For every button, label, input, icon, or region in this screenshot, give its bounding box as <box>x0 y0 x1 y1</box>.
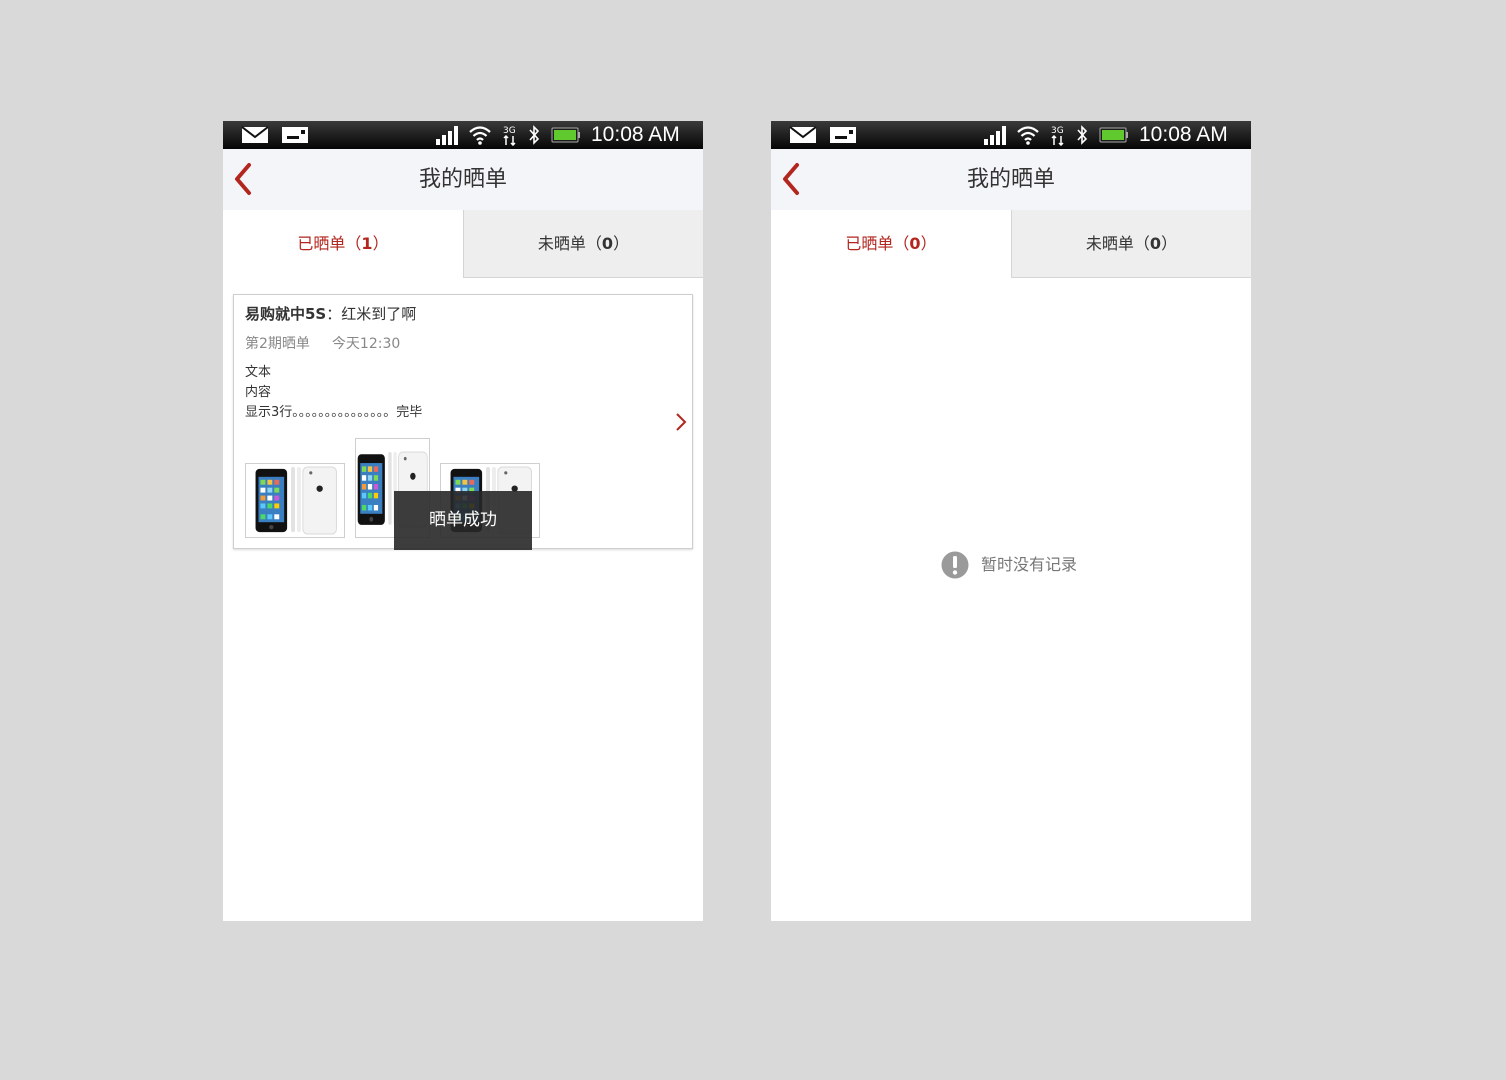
card-title: 易购就中5S：红米到了啊 <box>245 303 416 324</box>
card-period: 第2期晒单 <box>245 336 310 352</box>
tab-not-shown-count: 0 <box>601 234 614 253</box>
tab-shown-count: 1 <box>361 234 373 253</box>
tab-shown[interactable]: 已晒单（0） <box>771 210 1011 278</box>
tab-shown-suffix: ） <box>920 234 937 253</box>
svg-text:3G: 3G <box>1051 126 1064 136</box>
card-text-line: 内容 <box>245 385 272 400</box>
tab-not-shown[interactable]: 未晒单（0） <box>463 210 703 278</box>
sd-card-icon <box>830 127 856 143</box>
phone-screen-right: 3G 10:08 AM 我的晒单 已晒单（0） 未晒单（0） 暂时没有记录 <box>771 121 1251 921</box>
page-title: 我的晒单 <box>966 167 1055 192</box>
card-title-separator: ： <box>326 305 342 323</box>
card-text-line: 文本 <box>245 365 272 380</box>
battery-icon <box>1099 127 1128 143</box>
card-comment: 红米到了啊 <box>341 305 417 323</box>
status-bar: 3G 10:08 AM <box>771 121 1251 149</box>
card-body-text: 文本 内容 显示3行。。。。。。。。。。。。。。。完毕 <box>245 363 422 423</box>
mail-icon <box>789 126 817 143</box>
exclamation-icon <box>941 551 969 579</box>
product-thumbnail[interactable] <box>245 463 345 538</box>
3g-icon: 3G <box>1051 126 1064 146</box>
toast-message: 晒单成功 <box>394 491 532 550</box>
mail-icon <box>241 126 269 143</box>
tab-shown[interactable]: 已晒单（1） <box>223 210 463 278</box>
header-bar: 我的晒单 <box>771 149 1251 211</box>
tab-not-shown-suffix: ） <box>1161 234 1178 253</box>
wifi-icon <box>1017 126 1039 145</box>
status-time: 10:08 AM <box>591 123 680 146</box>
sd-card-icon <box>282 127 308 143</box>
tab-not-shown-label: 未晒单（ <box>1085 234 1150 253</box>
signal-icon <box>984 126 1006 145</box>
chevron-right-icon[interactable] <box>674 411 688 433</box>
signal-icon <box>436 126 458 145</box>
wifi-icon <box>469 126 491 145</box>
tab-shown-count: 0 <box>909 234 921 253</box>
card-meta: 第2期晒单 今天12:30 <box>245 333 400 353</box>
empty-message: 暂时没有记录 <box>981 555 1078 574</box>
status-bar: 3G 10:08 AM <box>223 121 703 149</box>
tab-bar: 已晒单（1） 未晒单（0） <box>223 210 703 278</box>
card-text-line: 显示3行。。。。。。。。。。。。。。。完毕 <box>245 405 423 420</box>
battery-icon <box>551 127 580 143</box>
tab-not-shown-label: 未晒单（ <box>537 234 602 253</box>
tab-shown-suffix: ） <box>372 234 389 253</box>
status-time: 10:08 AM <box>1139 123 1228 146</box>
phone-screen-left: 3G 10:08 AM 我的晒单 已晒单（1） 未晒单（0） 易购就中5S：红米… <box>223 121 703 921</box>
card-time: 今天12:30 <box>331 336 401 352</box>
bluetooth-icon <box>529 125 540 145</box>
tab-not-shown[interactable]: 未晒单（0） <box>1011 210 1251 278</box>
bluetooth-icon <box>1077 125 1088 145</box>
page-title: 我的晒单 <box>418 167 507 192</box>
header-bar: 我的晒单 <box>223 149 703 211</box>
svg-text:3G: 3G <box>503 126 516 136</box>
tab-not-shown-suffix: ） <box>613 234 630 253</box>
tab-not-shown-count: 0 <box>1149 234 1162 253</box>
iphone-image <box>255 466 337 535</box>
tab-bar: 已晒单（0） 未晒单（0） <box>771 210 1251 278</box>
tab-shown-label: 已晒单（ <box>297 234 362 253</box>
tab-shown-label: 已晒单（ <box>845 234 910 253</box>
3g-icon: 3G <box>503 126 516 146</box>
card-user-name: 易购就中5S <box>245 305 327 323</box>
